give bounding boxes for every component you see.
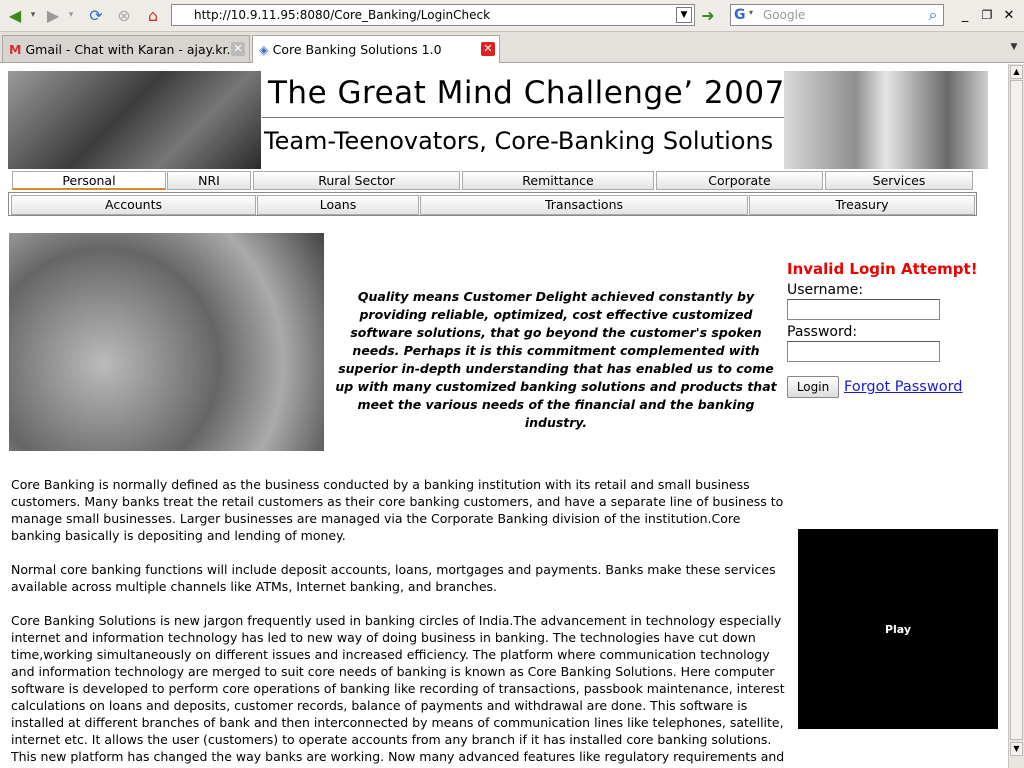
login-button[interactable]: Login xyxy=(787,376,839,398)
nav-transactions[interactable]: Transactions xyxy=(420,195,748,215)
nav-loans[interactable]: Loans xyxy=(257,195,419,215)
secondary-nav: Accounts Loans Transactions Treasury xyxy=(8,192,977,216)
primary-nav: Personal NRI Rural Sector Remittance Cor… xyxy=(12,171,974,191)
password-input[interactable] xyxy=(787,341,940,362)
tab-core-banking[interactable]: ◈ Core Banking Solutions 1.0 ✕ xyxy=(252,35,500,63)
reload-icon[interactable]: ⟳ xyxy=(85,4,107,26)
banner-subtitle: Team-Teenovators, Core-Banking Solutions xyxy=(264,127,774,155)
address-bar[interactable]: http://10.9.11.95:8080/Core_Banking/Logi… xyxy=(171,4,695,26)
login-panel: Invalid Login Attempt! Username: Passwor… xyxy=(787,260,987,398)
scroll-up-icon[interactable]: ▲ xyxy=(1010,65,1023,79)
forward-arrow-icon[interactable]: ▶ xyxy=(42,4,64,26)
close-icon[interactable]: ✕ xyxy=(231,42,245,56)
chevron-down-icon[interactable]: ▾ xyxy=(749,8,753,17)
coins-banner-image xyxy=(8,71,261,169)
back-history-dropdown[interactable]: ▾ xyxy=(27,4,39,26)
login-error-message: Invalid Login Attempt! xyxy=(787,260,978,278)
vertical-scrollbar[interactable]: ▲ ▼ xyxy=(1008,64,1024,768)
gmail-icon: M xyxy=(9,41,22,57)
restore-icon[interactable]: ❐ xyxy=(980,4,994,26)
nav-accounts[interactable]: Accounts xyxy=(11,195,256,215)
address-bar-url[interactable]: http://10.9.11.95:8080/Core_Banking/Logi… xyxy=(172,8,676,22)
article-body: Core Banking is normally defined as the … xyxy=(11,476,793,768)
banner-title: The Great Mind Challenge’ 2007 xyxy=(268,75,785,111)
tab-list-chevron-icon[interactable]: ▼ xyxy=(1008,40,1020,54)
forward-history-dropdown[interactable]: ▾ xyxy=(65,4,77,26)
tab-label: Gmail - Chat with Karan - ajay.kr... xyxy=(25,41,239,57)
forgot-password-link[interactable]: Forgot Password xyxy=(844,379,963,395)
nav-corporate[interactable]: Corporate xyxy=(656,171,823,190)
nav-remittance[interactable]: Remittance xyxy=(462,171,654,190)
login-actions: Login Forgot Password xyxy=(787,376,987,398)
article-paragraph: Core Banking Solutions is new jargon fre… xyxy=(11,613,785,768)
home-icon[interactable]: ⌂ xyxy=(142,4,164,26)
page-icon: ◈ xyxy=(259,42,269,57)
finance-collage-image xyxy=(9,233,324,451)
nav-rural-sector[interactable]: Rural Sector xyxy=(253,171,460,190)
video-player[interactable]: Play xyxy=(798,529,998,729)
nav-services[interactable]: Services xyxy=(825,171,973,190)
username-input[interactable] xyxy=(787,299,940,320)
nav-personal[interactable]: Personal xyxy=(12,171,166,190)
password-label: Password: xyxy=(787,324,858,340)
back-arrow-icon[interactable]: ◀ xyxy=(4,4,26,26)
nav-nri[interactable]: NRI xyxy=(167,171,251,190)
tab-gmail[interactable]: M Gmail - Chat with Karan - ajay.kr... ✕ xyxy=(2,35,250,62)
browser-toolbar: ◀ ▾ ▶ ▾ ⟳ ⊗ ⌂ http://10.9.11.95:8080/Cor… xyxy=(0,0,1024,32)
page-content: The Great Mind Challenge’ 2007 Team-Teen… xyxy=(0,64,1008,768)
tab-bar: M Gmail - Chat with Karan - ajay.kr... ✕… xyxy=(0,32,1024,63)
search-bar[interactable]: G ▾ Google xyxy=(730,4,944,26)
stop-icon[interactable]: ⊗ xyxy=(113,4,135,26)
google-engine-icon[interactable]: G xyxy=(734,7,746,23)
magnifier-icon[interactable]: ⌕ xyxy=(922,4,944,26)
go-arrow-icon[interactable]: ➜ xyxy=(697,4,719,26)
close-icon[interactable]: ✕ xyxy=(481,42,495,56)
nav-treasury[interactable]: Treasury xyxy=(749,195,975,215)
article-paragraph: Core Banking is normally defined as the … xyxy=(11,477,784,543)
quality-statement: Quality means Customer Delight achieved … xyxy=(335,289,777,430)
banner-divider xyxy=(262,117,784,118)
tab-label: Core Banking Solutions 1.0 xyxy=(272,42,442,57)
username-label: Username: xyxy=(787,282,864,298)
chevron-down-icon[interactable]: ▼ xyxy=(676,7,692,23)
site-banner: The Great Mind Challenge’ 2007 Team-Teen… xyxy=(8,71,988,169)
play-button[interactable]: Play xyxy=(885,623,911,636)
scroll-down-icon[interactable]: ▼ xyxy=(1010,742,1023,756)
article-paragraph: Normal core banking functions will inclu… xyxy=(11,562,776,594)
money-stack-banner-image xyxy=(784,71,988,169)
search-placeholder[interactable]: Google xyxy=(731,8,943,22)
minimize-icon[interactable]: _ xyxy=(958,4,972,26)
scrollbar-thumb[interactable] xyxy=(1010,80,1023,740)
close-icon[interactable]: ✕ xyxy=(1002,4,1016,26)
